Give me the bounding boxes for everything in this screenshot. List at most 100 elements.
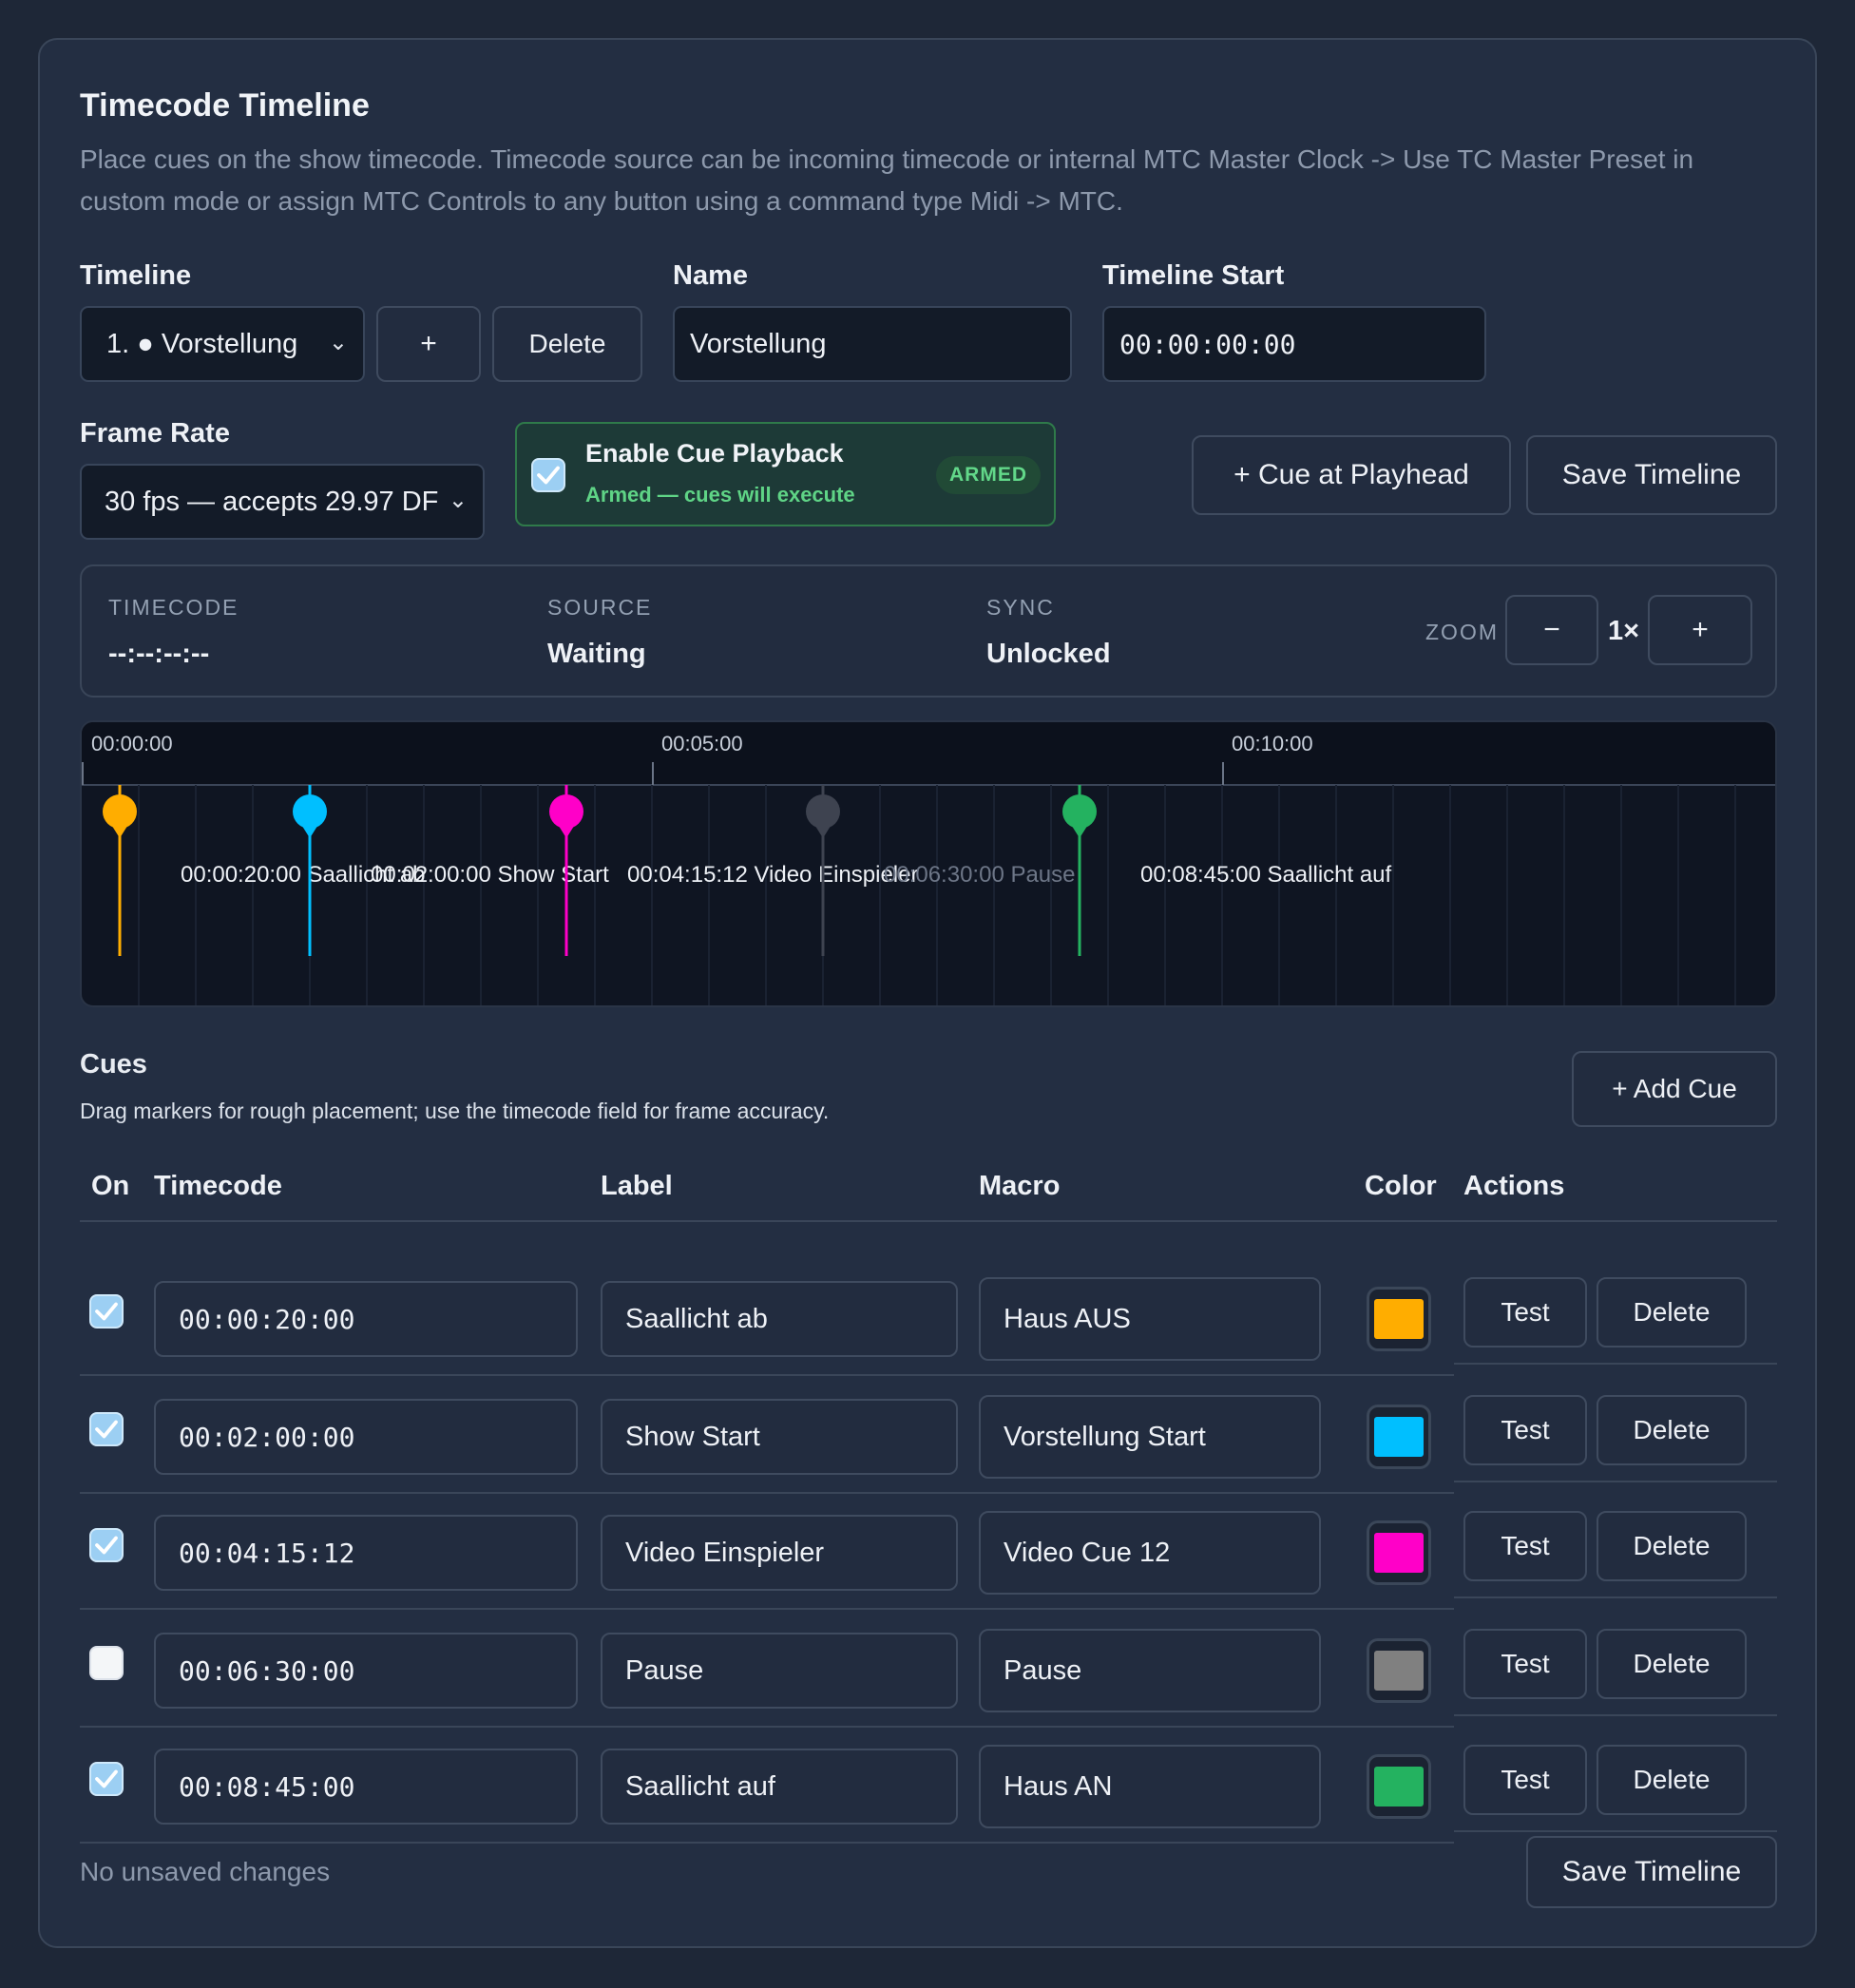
- enable-playback-label: Enable Cue Playback: [585, 439, 844, 468]
- cue-color-picker[interactable]: [1367, 1520, 1431, 1585]
- ruler-tick-label: 00:05:00: [661, 732, 743, 755]
- enable-playback-status: Armed — cues will execute: [585, 483, 855, 507]
- cue-at-playhead-button[interactable]: + Cue at Playhead: [1192, 435, 1511, 515]
- cues-title: Cues: [80, 1049, 147, 1080]
- add-timeline-button[interactable]: +: [376, 306, 481, 382]
- delete-timeline-button[interactable]: Delete: [492, 306, 642, 382]
- save-status-text: No unsaved changes: [80, 1857, 331, 1886]
- row-divider: [1454, 1830, 1777, 1832]
- cue-macro-select[interactable]: Haus AUS: [979, 1277, 1321, 1361]
- cue-color-swatch: [1374, 1651, 1424, 1691]
- row-divider: [1454, 1596, 1777, 1598]
- cue-marker-pin-tip: [110, 823, 129, 838]
- cue-color-picker[interactable]: [1367, 1287, 1431, 1351]
- cue-test-button[interactable]: Test: [1463, 1277, 1587, 1348]
- timecode-value: --:--:--:--: [108, 639, 210, 669]
- cue-delete-button[interactable]: Delete: [1597, 1511, 1747, 1581]
- save-timeline-button[interactable]: Save Timeline: [1526, 435, 1777, 515]
- source-label: SOURCE: [547, 595, 653, 620]
- cue-marker-pin-tip: [557, 823, 576, 838]
- cue-color-picker[interactable]: [1367, 1754, 1431, 1819]
- cue-label-input[interactable]: Pause: [601, 1633, 958, 1709]
- cue-test-button[interactable]: Test: [1463, 1395, 1587, 1465]
- checkmark-icon: [95, 1536, 118, 1555]
- cue-macro-select[interactable]: Vorstellung Start: [979, 1395, 1321, 1479]
- cue-timecode-input[interactable]: 00:04:15:12: [154, 1515, 578, 1591]
- cue-enabled-checkbox[interactable]: [89, 1762, 124, 1796]
- cue-color-swatch: [1374, 1299, 1424, 1339]
- cue-timecode-input[interactable]: 00:08:45:00: [154, 1749, 578, 1825]
- cue-color-swatch: [1374, 1533, 1424, 1573]
- cue-enabled-checkbox[interactable]: [89, 1528, 124, 1562]
- cue-delete-button[interactable]: Delete: [1597, 1277, 1747, 1348]
- row-divider: [1454, 1363, 1777, 1365]
- row-divider: [80, 1608, 1454, 1610]
- sync-value: Unlocked: [986, 639, 1111, 669]
- timeline-canvas[interactable]: 00:00:00 00:05:00 00:10:00 00:00:20:00 Saal…: [80, 720, 1777, 1007]
- checkmark-icon: [537, 466, 560, 485]
- cue-color-picker[interactable]: [1367, 1405, 1431, 1469]
- cue-marker-label: 00:02:00:00 Show Start: [371, 862, 609, 888]
- footer-save-timeline-button[interactable]: Save Timeline: [1526, 1836, 1777, 1908]
- timeline-start-label: Timeline Start: [1102, 260, 1285, 291]
- cue-label-input[interactable]: Saallicht auf: [601, 1749, 958, 1825]
- cue-color-swatch: [1374, 1767, 1424, 1806]
- checkmark-icon: [95, 1302, 118, 1321]
- col-header-macro: Macro: [979, 1171, 1061, 1201]
- zoom-label: ZOOM: [1425, 620, 1499, 644]
- frame-rate-value: 30 fps — accepts 29.97 DF: [105, 486, 439, 517]
- col-header-actions: Actions: [1463, 1171, 1565, 1201]
- cue-marker[interactable]: 00:08:45:00 Saallicht auf: [1062, 785, 1392, 956]
- row-divider: [80, 1492, 1454, 1494]
- cue-delete-button[interactable]: Delete: [1597, 1629, 1747, 1699]
- ruler-tick-label: 00:00:00: [91, 732, 173, 755]
- chevron-down-icon: ⌄: [448, 487, 468, 514]
- cue-enabled-checkbox[interactable]: [89, 1294, 124, 1329]
- status-bar: TIMECODE --:--:--:-- SOURCE Waiting SYNC…: [80, 564, 1777, 698]
- panel-description: Place cues on the show timecode. Timecod…: [80, 144, 1694, 216]
- cue-test-button[interactable]: Test: [1463, 1629, 1587, 1699]
- cue-color-picker[interactable]: [1367, 1638, 1431, 1703]
- panel-title: Timecode Timeline: [80, 87, 370, 124]
- timeline-graphic: 00:00:00 00:05:00 00:10:0000:00:20:00 Saal…: [82, 722, 1775, 1005]
- source-value: Waiting: [547, 639, 646, 669]
- cue-timecode-input[interactable]: 00:02:00:00: [154, 1399, 578, 1475]
- armed-badge: ARMED: [936, 456, 1041, 494]
- cue-enabled-checkbox[interactable]: [89, 1646, 124, 1680]
- cue-test-button[interactable]: Test: [1463, 1745, 1587, 1815]
- zoom-in-button[interactable]: +: [1648, 595, 1752, 665]
- cue-macro-select[interactable]: Pause: [979, 1629, 1321, 1712]
- cue-timecode-input[interactable]: 00:00:20:00: [154, 1281, 578, 1357]
- cue-test-button[interactable]: Test: [1463, 1511, 1587, 1581]
- col-header-color: Color: [1365, 1171, 1437, 1201]
- enable-cue-playback-toggle[interactable]: Enable Cue Playback Armed — cues will ex…: [515, 422, 1056, 526]
- cue-label-input[interactable]: Video Einspieler: [601, 1515, 958, 1591]
- row-divider: [1454, 1714, 1777, 1716]
- cue-color-swatch: [1374, 1417, 1424, 1457]
- cue-timecode-input[interactable]: 00:06:30:00: [154, 1633, 578, 1709]
- cue-label-input[interactable]: Show Start: [601, 1399, 958, 1475]
- chevron-down-icon: ⌄: [328, 330, 348, 356]
- cue-marker-label: 00:04:15:12 Video Einspieler: [627, 862, 918, 888]
- cue-label-input[interactable]: Saallicht ab: [601, 1281, 958, 1357]
- checkmark-icon: [95, 1420, 118, 1439]
- cue-delete-button[interactable]: Delete: [1597, 1395, 1747, 1465]
- cue-enabled-checkbox[interactable]: [89, 1412, 124, 1446]
- add-cue-button[interactable]: + Add Cue: [1572, 1051, 1777, 1127]
- row-divider: [80, 1374, 1454, 1376]
- cue-marker-pin-tip: [813, 823, 832, 838]
- cue-macro-select[interactable]: Video Cue 12: [979, 1511, 1321, 1595]
- timecode-timeline-panel: Timecode Timeline Place cues on the show…: [38, 38, 1817, 1948]
- cue-macro-select[interactable]: Haus AN: [979, 1745, 1321, 1828]
- cue-marker-pin-tip: [1070, 823, 1089, 838]
- checkmark-icon: [95, 1769, 118, 1788]
- frame-rate-select[interactable]: 30 fps — accepts 29.97 DF ⌄: [80, 464, 485, 540]
- zoom-out-button[interactable]: −: [1505, 595, 1598, 665]
- cue-delete-button[interactable]: Delete: [1597, 1745, 1747, 1815]
- timeline-select[interactable]: 1. ● Vorstellung ⌄: [80, 306, 365, 382]
- name-input[interactable]: Vorstellung: [673, 306, 1072, 382]
- timeline-start-input[interactable]: 00:00:00:00: [1102, 306, 1486, 382]
- timeline-select-value: 1. ● Vorstellung: [106, 328, 298, 359]
- enable-playback-checkbox[interactable]: [531, 458, 565, 492]
- ruler-tick-label: 00:10:00: [1232, 732, 1313, 755]
